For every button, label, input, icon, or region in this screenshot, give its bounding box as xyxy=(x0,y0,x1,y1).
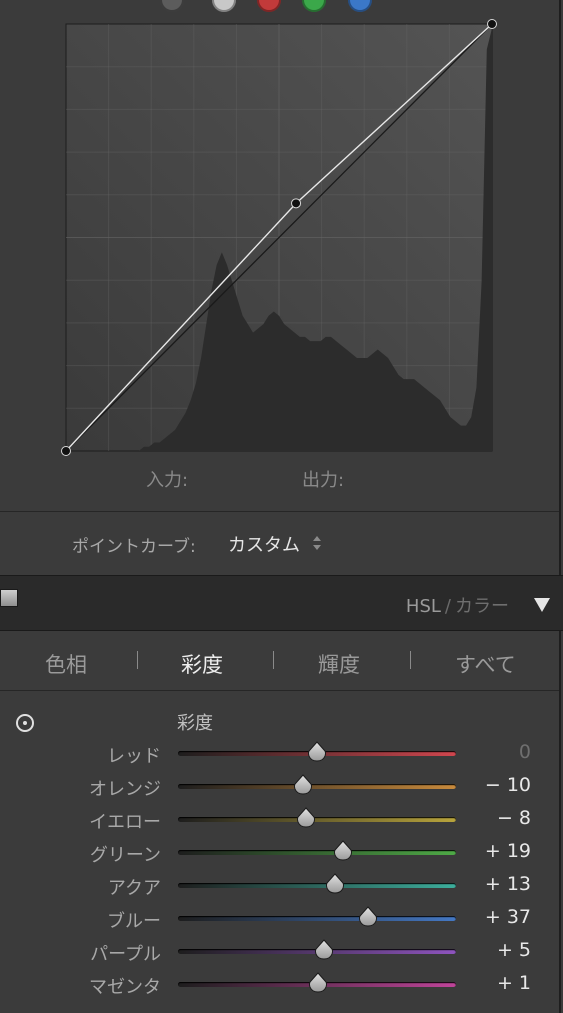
slider-value[interactable]: − 8 xyxy=(497,807,531,829)
section-title: 彩度 xyxy=(177,713,213,734)
slider-label: オレンジ xyxy=(89,779,161,800)
slider-track[interactable] xyxy=(178,939,456,960)
slider-track[interactable] xyxy=(178,972,456,993)
slider-track[interactable] xyxy=(178,873,456,894)
tab-separator xyxy=(137,651,138,669)
saturation-slider-row: パープル + 5 xyxy=(0,937,559,967)
slider-thumb[interactable] xyxy=(325,873,345,895)
slider-value[interactable]: − 10 xyxy=(485,774,531,796)
point-curve-select[interactable]: カスタム xyxy=(228,531,300,557)
slider-thumb[interactable] xyxy=(293,774,313,796)
curve-control-point[interactable] xyxy=(487,19,497,29)
slider-thumb[interactable] xyxy=(358,906,378,928)
slider-value[interactable]: + 1 xyxy=(497,972,531,994)
saturation-slider-row: イエロー − 8 xyxy=(0,805,559,835)
slider-value[interactable]: + 19 xyxy=(485,840,531,862)
tab-separator xyxy=(410,651,411,669)
saturation-slider-row: ブルー + 37 xyxy=(0,904,559,934)
input-label: 入力: xyxy=(146,470,189,491)
slider-thumb[interactable] xyxy=(314,939,334,961)
hsl-title-secondary[interactable]: カラー xyxy=(455,596,509,617)
saturation-slider-row: グリーン + 19 xyxy=(0,838,559,868)
slider-label: アクア xyxy=(107,878,161,899)
slider-value[interactable]: 0 xyxy=(519,741,531,763)
slider-track[interactable] xyxy=(178,741,456,762)
output-label: 出力: xyxy=(302,470,345,491)
slider-thumb[interactable] xyxy=(296,807,316,829)
tone-curve-panel: 入力: 出力: ポイントカーブ: カスタム xyxy=(0,0,561,575)
point-curve-label: ポイントカーブ: xyxy=(72,537,196,557)
slider-label: グリーン xyxy=(89,845,161,866)
collapse-triangle-icon[interactable] xyxy=(533,597,551,613)
tone-curve-graph[interactable] xyxy=(0,0,559,460)
point-curve-row: ポイントカーブ: カスタム xyxy=(0,512,559,574)
slider-value[interactable]: + 5 xyxy=(497,939,531,961)
slider-thumb[interactable] xyxy=(307,741,327,763)
slider-track[interactable] xyxy=(178,807,456,828)
saturation-slider-row: アクア + 13 xyxy=(0,871,559,901)
hsl-title-separator: / xyxy=(444,596,451,617)
curve-control-point[interactable] xyxy=(291,198,302,209)
hsl-panel-title: HSL / カラー xyxy=(406,592,509,618)
slider-label: レッド xyxy=(107,746,161,767)
hsl-panel: 色相 彩度 輝度 すべて 彩度 レッド 0 オレンジ − 10 イエロー − 8 グリーン +… xyxy=(0,631,561,1013)
tab-hue[interactable]: 色相 xyxy=(45,649,87,679)
hsl-tabs: 色相 彩度 輝度 すべて xyxy=(0,631,559,691)
slider-track[interactable] xyxy=(178,774,456,795)
slider-track[interactable] xyxy=(178,840,456,861)
hsl-title-primary[interactable]: HSL xyxy=(406,596,441,617)
slider-track[interactable] xyxy=(178,906,456,927)
slider-label: ブルー xyxy=(107,911,161,932)
slider-value[interactable]: + 37 xyxy=(485,906,531,928)
tab-all[interactable]: すべて xyxy=(455,649,516,679)
saturation-slider-row: レッド 0 xyxy=(0,739,559,769)
tab-saturation[interactable]: 彩度 xyxy=(181,649,223,679)
slider-value[interactable]: + 13 xyxy=(485,873,531,895)
slider-thumb[interactable] xyxy=(308,972,328,994)
slider-label: イエロー xyxy=(89,812,161,833)
tab-luminance[interactable]: 輝度 xyxy=(318,649,360,679)
saturation-slider-row: オレンジ − 10 xyxy=(0,772,559,802)
curve-control-point[interactable] xyxy=(61,446,71,456)
divider xyxy=(0,690,559,691)
slider-thumb[interactable] xyxy=(333,840,353,862)
slider-label: パープル xyxy=(90,944,161,965)
target-adjustment-icon[interactable] xyxy=(16,714,34,732)
panel-switch-icon[interactable] xyxy=(0,589,18,607)
select-updown-icon[interactable] xyxy=(311,533,323,553)
slider-label: マゼンタ xyxy=(89,977,161,998)
saturation-slider-row: マゼンタ + 1 xyxy=(0,970,559,1000)
tab-separator xyxy=(273,651,274,669)
hsl-panel-header[interactable]: HSL / カラー xyxy=(0,575,563,631)
